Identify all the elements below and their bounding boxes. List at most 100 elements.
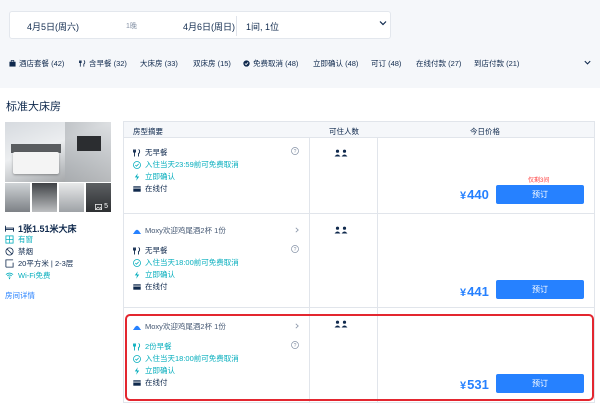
info-icon[interactable]: ? [291,245,299,253]
filter-label: 酒店套餐 (42) [19,58,65,68]
cancel-policy: 入住当天23:59前可免费取消 [133,159,239,170]
chevron-right-icon[interactable] [294,323,300,329]
info-icon[interactable]: ? [291,341,299,349]
filter-chip-breakfast[interactable]: 含早餐 (32) [79,56,127,70]
window-info: 有窗 [5,234,33,245]
table-header: 房型摘要 可住人数 今日价格 [124,122,594,138]
filter-label: 到店付款 (21) [474,58,520,68]
package-line[interactable]: Moxy欢迎鸡尾酒2杯 1份 [133,225,226,236]
check-circle-icon [243,59,250,67]
lightning-icon [134,172,140,181]
two-guests-icon [334,226,348,234]
room-section: 标准大床房 5 1张1.51米大床 有窗 禁烟 20平方米 | 2-3层 Wi-… [0,88,600,406]
room-photo[interactable] [5,122,111,182]
utensils-icon [79,59,86,67]
area-icon [5,259,14,268]
filter-bar: 酒店套餐 (42) 含早餐 (32) 大床房 (33) 双床房 (15) 免费取… [9,56,592,70]
filter-chip-pay-online[interactable]: 在线付款 (27) [416,56,461,70]
cloche-icon [133,325,141,330]
two-guests-icon [334,149,348,157]
info-icon[interactable]: ? [291,147,299,155]
photo-count: 5 [95,203,108,210]
filter-chip-package[interactable]: 酒店套餐 (42) [9,56,64,70]
filter-chip-twin-bed[interactable]: 双床房 (15) [193,56,231,70]
chevron-down-icon[interactable] [378,18,388,28]
chevron-right-icon[interactable] [294,227,300,233]
checkin-date[interactable]: 4月5日(周六) [27,20,79,33]
filter-label: 免费取消 (48) [253,58,299,68]
room-title: 标准大床房 [6,101,61,113]
filter-chip-instant-confirm[interactable]: 立即确认 (48) [313,56,358,70]
wifi-icon [5,272,14,280]
filter-label: 在线付款 (27) [416,58,462,68]
filter-chip-free-cancel[interactable]: 免费取消 (48) [243,56,298,70]
thumbnail[interactable] [5,183,30,212]
book-button[interactable]: 预订 [496,185,584,204]
cancel-policy: 入住当天18:00前可免费取消 [133,353,239,364]
rate-row: Moxy欢迎鸡尾酒2杯 1份 2份早餐 ? 入住当天18:00前可免费取消 立即… [124,308,594,402]
price: ¥440 [460,187,489,202]
check-circle-icon [133,354,141,363]
rate-table: 房型摘要 可住人数 今日价格 无早餐 ? 入住当天23:59前可免费取消 立即确… [123,121,595,403]
header-price: 今日价格 [470,127,500,136]
svg-text:?: ? [294,343,297,349]
check-circle-icon [133,258,141,267]
no-smoking-icon [5,247,14,256]
window-icon [5,235,14,244]
guests-selector[interactable]: 1间, 1位 [246,20,279,33]
confirm-line: 立即确认 [133,171,175,182]
filter-label: 含早餐 (32) [89,58,127,68]
filter-chip-king-bed[interactable]: 大床房 (33) [140,56,178,70]
header-summary: 房型摘要 [133,127,163,136]
two-guests-icon [334,320,348,328]
payment-line: 在线付 [133,377,168,388]
book-button[interactable]: 预订 [496,280,584,299]
card-icon [133,185,141,192]
package-line[interactable]: Moxy欢迎鸡尾酒2杯 1份 [133,321,226,332]
check-circle-icon [133,160,141,169]
size-info: 20平方米 | 2-3层 [5,258,73,269]
thumbnail-more[interactable]: 5 [86,183,111,212]
thumbnail[interactable] [32,183,57,212]
confirm-line: 立即确认 [133,269,175,280]
divider [236,16,237,36]
chevron-down-icon[interactable] [583,58,592,67]
cancel-policy: 入住当天18:00前可免费取消 [133,257,239,268]
rate-row: Moxy欢迎鸡尾酒2杯 1份 无早餐 ? 入住当天18:00前可免费取消 立即确… [124,214,594,308]
filter-label: 双床房 (15) [193,58,231,68]
book-button[interactable]: 预订 [496,374,584,393]
svg-text:?: ? [294,247,297,253]
payment-line: 在线付 [133,281,168,292]
nights-count: 1晚 [126,23,137,30]
utensils-icon [133,148,141,156]
filter-label: 可订 (48) [371,58,402,68]
price: ¥441 [460,284,489,299]
thumbnail[interactable] [59,183,84,212]
rooms-left-badge: 仅剩3间 [528,178,550,184]
bed-icon [5,225,14,232]
wifi-info: Wi-Fi免费 [5,270,51,281]
card-icon [133,283,141,290]
header-occupancy: 可住人数 [329,127,359,136]
utensils-icon [133,246,141,254]
image-icon [95,203,103,210]
card-icon [133,379,141,386]
cloche-icon [133,229,141,234]
search-bar[interactable]: 4月5日(周六) 1晚 4月6日(周日) 1间, 1位 [9,11,391,39]
utensils-icon [133,342,141,350]
filter-chip-available[interactable]: 可订 (48) [371,56,401,70]
payment-line: 在线付 [133,183,168,194]
search-area: 4月5日(周六) 1晚 4月6日(周日) 1间, 1位 酒店套餐 (42) 含早… [0,0,600,80]
svg-text:?: ? [294,149,297,155]
confirm-line: 立即确认 [133,365,175,376]
filter-chip-pay-at-hotel[interactable]: 到店付款 (21) [474,56,519,70]
price: ¥531 [460,377,489,392]
meal-line: 无早餐 [133,147,168,158]
smoking-info: 禁烟 [5,246,33,257]
room-details-link[interactable]: 房间详情 [5,290,35,301]
meal-line: 无早餐 [133,245,168,256]
checkout-date[interactable]: 4月6日(周日) [183,20,235,33]
package-icon [9,59,16,67]
lightning-icon [134,366,140,375]
meal-line: 2份早餐 [133,341,172,352]
